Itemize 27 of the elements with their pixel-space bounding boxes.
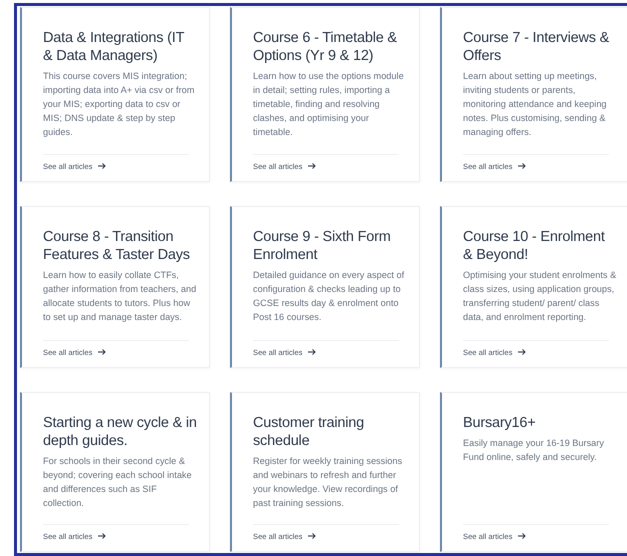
card-description: Register for weekly training sessions and webinars to refresh and further your knowledge. View recordings of past training sessions. [253,455,404,510]
card-title: Course 8 - Transition Features & Taster Days [43,228,191,264]
arrow-icon [308,349,316,355]
card-title: Course 10 - Enrolment & Beyond! [463,228,606,264]
arrow-icon [98,163,106,169]
card-description: Optimising your student enrolments & class sizes, using application groups, transferring student/ parent/ class data, and enrolment reporting. [463,269,617,324]
card-description: For schools in their second cycle & beyond; covering each school intake and differences such as SIF collection. [43,455,193,510]
card-title: Data & Integrations (IT & Data Managers) [43,29,186,65]
arrow-icon [98,349,106,355]
arrow-icon [308,163,316,169]
card-title: Starting a new cycle & in depth guides. [43,414,197,450]
card-description: This course covers MIS integration; importing data into A+ via csv or from your MIS; exporting data to csv or MIS; DNS update & step by step guides. [43,70,196,139]
arrow-icon [518,533,526,539]
arrow-icon [308,533,316,539]
arrow-icon [518,163,526,169]
card-title: Course 9 - Sixth Form Enrolment [253,228,392,264]
card-title: Bursary16+ [463,414,537,432]
card-title: Course 7 - Interviews & Offers [463,29,610,65]
card-description: Learn how to use the options module in detail; setting rules, importing a timetable, finding and resolving clashes, and optimising your timetable. [253,70,405,139]
card-title: Customer training schedule [253,414,366,450]
arrow-icon [98,533,106,539]
card-description: Learn how to easily collate CTFs, gather information from teachers, and allocate students to tutors. Plus how to set up and manage taster days. [43,269,197,324]
arrow-icon [518,349,526,355]
card-description: Learn about setting up meetings, inviting students or parents, monitoring attendance and keeping notes. Plus customising, sending & managing offers. [463,70,608,139]
card-title: Course 6 - Timetable & Options (Yr 9 & 12) [253,29,398,65]
card-description: Easily manage your 16-19 Bursary Fund online, safely and securely. [463,437,605,464]
card-description: Detailed guidance on every aspect of configuration & checks leading up to GCSE results day & enrolment onto Post 16 courses. [253,269,406,324]
